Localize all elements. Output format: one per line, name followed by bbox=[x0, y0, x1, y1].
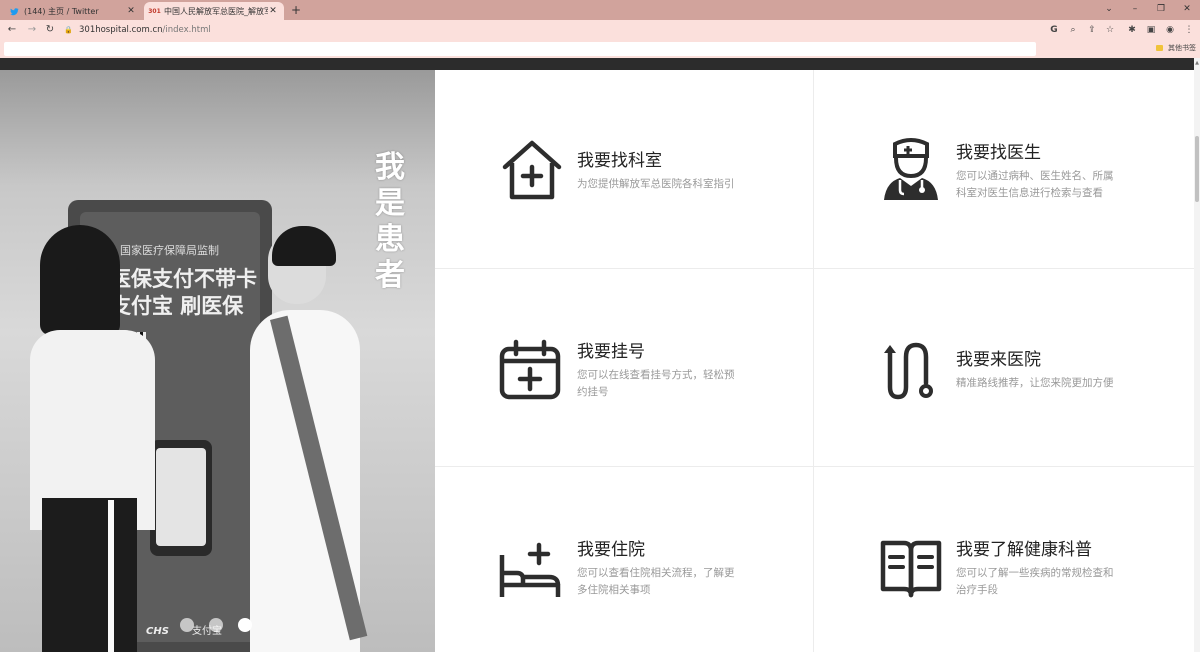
url-host: 301hospital.com.cn bbox=[79, 25, 163, 35]
service-title: 我要挂号 bbox=[577, 342, 645, 362]
carousel-dot[interactable] bbox=[209, 618, 223, 632]
tab-search-icon[interactable]: ⌄ bbox=[1102, 3, 1116, 15]
address-bar: ← → ↻ 🔒 301hospital.com.cn/index.html G … bbox=[0, 20, 1200, 40]
poster-line-1: 医保支付不带卡 bbox=[110, 267, 257, 291]
back-icon[interactable]: ← bbox=[6, 24, 18, 36]
service-find-doctor[interactable]: 我要找医生 您可以通过病种、医生姓名、所属科室对医生信息进行检索与查看 bbox=[814, 70, 1192, 268]
forward-icon[interactable]: → bbox=[26, 24, 38, 36]
service-find-department[interactable]: 我要找科室 为您提供解放军总医院各科室指引 bbox=[435, 70, 813, 268]
phone-screen bbox=[156, 448, 206, 546]
service-title: 我要找医生 bbox=[956, 143, 1041, 163]
doctor-icon bbox=[878, 136, 944, 202]
service-description: 您可以通过病种、医生姓名、所属科室对医生信息进行检索与查看 bbox=[956, 170, 1114, 199]
services-grid: 我要找科室 为您提供解放军总医院各科室指引 我要找医生 您可以通过病种、医生姓名… bbox=[435, 70, 1194, 652]
carousel-dot[interactable] bbox=[180, 618, 194, 632]
service-description: 您可以了解一些疾病的常规检查和治疗手段 bbox=[956, 567, 1114, 596]
service-title: 我要了解健康科普 bbox=[956, 540, 1092, 560]
open-book-icon bbox=[878, 535, 944, 601]
tab-twitter[interactable]: (144) 主页 / Twitter ✕ bbox=[4, 2, 142, 20]
bookmarks-area bbox=[4, 42, 1036, 56]
google-translate-icon[interactable]: G bbox=[1048, 24, 1060, 36]
chs-logo: CHS bbox=[146, 626, 169, 637]
bookmarks-bar: 其他书签 bbox=[0, 40, 1200, 58]
person-figure bbox=[40, 225, 120, 335]
carousel-dot-active[interactable] bbox=[238, 618, 252, 632]
calendar-plus-icon bbox=[497, 337, 563, 403]
page-content: ▲ 国家医疗保障局监制 医保支付不带卡 支付宝 刷医保 CHS 支付宝 我是患者 bbox=[0, 58, 1200, 652]
other-bookmarks-folder[interactable]: 其他书签 bbox=[1156, 43, 1196, 53]
minimize-button[interactable]: – bbox=[1128, 3, 1142, 15]
hero-banner: 国家医疗保障局监制 医保支付不带卡 支付宝 刷医保 CHS 支付宝 我是患者 bbox=[0, 70, 435, 652]
zoom-icon[interactable]: ⌕ bbox=[1067, 24, 1079, 36]
service-visit-hospital[interactable]: 我要来医院 精准路线推荐，让您来院更加方便 bbox=[814, 269, 1192, 467]
side-panel-icon[interactable]: ▣ bbox=[1145, 24, 1157, 36]
profile-avatar-icon[interactable]: ◉ bbox=[1164, 24, 1176, 36]
tab-strip: (144) 主页 / Twitter ✕ 301 中国人民解放军总医院_解放军总… bbox=[0, 0, 1200, 20]
close-icon[interactable]: ✕ bbox=[268, 6, 278, 16]
twitter-bird-icon bbox=[10, 7, 19, 16]
extensions-icon[interactable]: ✱ bbox=[1126, 24, 1138, 36]
lock-icon: 🔒 bbox=[64, 26, 73, 34]
service-description: 您可以查看住院相关流程，了解更多住院相关事项 bbox=[577, 567, 735, 596]
url-field[interactable]: 🔒 301hospital.com.cn/index.html bbox=[64, 23, 211, 37]
restore-button[interactable]: ❐ bbox=[1154, 3, 1168, 15]
folder-icon bbox=[1156, 45, 1163, 51]
carousel-indicators bbox=[180, 618, 252, 632]
close-window-button[interactable]: ✕ bbox=[1180, 3, 1194, 15]
scrollbar[interactable]: ▲ bbox=[1194, 58, 1200, 652]
close-icon[interactable]: ✕ bbox=[126, 6, 136, 16]
house-plus-icon bbox=[499, 137, 565, 203]
service-title: 我要找科室 bbox=[577, 151, 662, 171]
service-title: 我要住院 bbox=[577, 540, 645, 560]
route-icon bbox=[878, 337, 944, 403]
person-figure bbox=[108, 500, 114, 652]
service-health-education[interactable]: 我要了解健康科普 您可以了解一些疾病的常规检查和治疗手段 bbox=[814, 467, 1192, 652]
scroll-thumb[interactable] bbox=[1195, 136, 1199, 202]
header-strip bbox=[0, 58, 1194, 70]
folder-label: 其他书签 bbox=[1168, 44, 1196, 52]
tab-title: (144) 主页 / Twitter bbox=[24, 6, 99, 16]
tab-title: 中国人民解放军总医院_解放军总 bbox=[164, 6, 268, 16]
service-hospitalization[interactable]: 我要住院 您可以查看住院相关流程，了解更多住院相关事项 bbox=[435, 467, 813, 652]
hero-vertical-title: 我是患者 bbox=[375, 150, 405, 293]
service-title: 我要来医院 bbox=[956, 350, 1041, 370]
service-description: 精准路线推荐，让您来院更加方便 bbox=[956, 377, 1114, 389]
new-tab-button[interactable]: + bbox=[290, 3, 302, 17]
hospital-logo-icon: 301 bbox=[148, 7, 161, 15]
poster-caption: 国家医疗保障局监制 bbox=[120, 244, 219, 257]
person-figure bbox=[42, 498, 137, 652]
star-icon[interactable]: ☆ bbox=[1104, 24, 1116, 36]
poster-line-2: 支付宝 刷医保 bbox=[110, 294, 244, 318]
menu-icon[interactable]: ⋮ bbox=[1183, 24, 1195, 36]
poster-headline: 医保支付不带卡 支付宝 刷医保 bbox=[110, 266, 257, 320]
service-description: 您可以在线查看挂号方式，轻松预约挂号 bbox=[577, 369, 735, 398]
tab-hospital[interactable]: 301 中国人民解放军总医院_解放军总 ✕ bbox=[144, 2, 284, 20]
url-path: /index.html bbox=[162, 25, 211, 35]
share-icon[interactable]: ⇪ bbox=[1086, 24, 1098, 36]
service-description: 为您提供解放军总医院各科室指引 bbox=[577, 178, 735, 190]
service-register[interactable]: 我要挂号 您可以在线查看挂号方式，轻松预约挂号 bbox=[435, 269, 813, 467]
reload-icon[interactable]: ↻ bbox=[44, 24, 56, 36]
hospital-bed-icon bbox=[497, 537, 563, 603]
scroll-up-icon[interactable]: ▲ bbox=[1194, 60, 1200, 66]
